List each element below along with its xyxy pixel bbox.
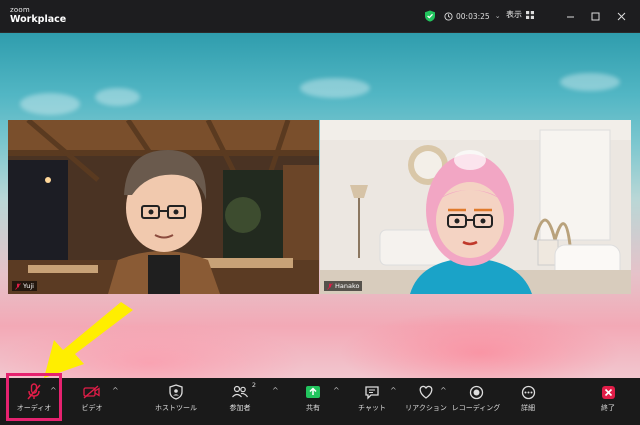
video-off-icon: [83, 385, 100, 399]
recording-button[interactable]: レコーディング: [446, 383, 506, 413]
shield-icon[interactable]: [424, 10, 436, 22]
host-shield-icon: [169, 384, 183, 400]
participants-options-caret[interactable]: ^: [272, 386, 279, 395]
chat-icon: [365, 385, 379, 400]
more-icon: [521, 385, 535, 399]
participants-button[interactable]: 2 参加者: [210, 381, 270, 413]
video-options-caret[interactable]: ^: [112, 386, 119, 395]
host-tools-label: ホストツール: [155, 404, 197, 412]
participant-name-tag: Yuji: [12, 281, 37, 291]
annotation-highlight-box: [6, 373, 62, 421]
grid-icon: [526, 10, 534, 19]
maximize-button[interactable]: [585, 6, 605, 26]
app-brand: zoom Workplace: [10, 5, 66, 25]
participant-name-tag: Hanako: [324, 281, 363, 291]
share-screen-icon: [306, 386, 320, 398]
heart-icon: [419, 385, 433, 399]
participants-icon: [232, 385, 249, 398]
participants-label: 参加者: [229, 404, 251, 412]
participant-name: Hanako: [335, 282, 360, 290]
cloud: [20, 93, 80, 115]
annotation-arrow-icon: [44, 302, 133, 378]
end-meeting-icon: [601, 385, 615, 399]
share-label: 共有: [306, 404, 320, 412]
close-button[interactable]: [611, 6, 631, 26]
meeting-toolbar: オーディオ ^ ビデオ ^ ホストツール 2 参加者 ^ 共有 ^ チャット ^…: [0, 378, 640, 425]
meeting-timer[interactable]: 00:03:25 ⌄: [444, 9, 501, 23]
end-button[interactable]: 終了: [578, 383, 638, 413]
maximize-icon: [591, 12, 599, 20]
video-feed-hanako: [320, 120, 631, 294]
minimize-button[interactable]: [560, 6, 580, 26]
minimize-icon: [566, 16, 574, 17]
end-label: 終了: [601, 404, 615, 412]
host-tools-button[interactable]: ホストツール: [146, 383, 206, 413]
close-icon: [617, 12, 625, 20]
recording-label: レコーディング: [451, 404, 501, 412]
more-button[interactable]: 詳細: [498, 383, 558, 413]
muted-mic-icon: [327, 282, 333, 290]
timer-text: 00:03:25: [456, 11, 490, 21]
cloud: [300, 78, 370, 98]
title-bar: zoom Workplace 00:03:25 ⌄ 表示: [0, 0, 640, 33]
chat-label: チャット: [358, 404, 386, 412]
brand-workplace: Workplace: [10, 14, 67, 25]
view-label: 表示: [506, 10, 522, 19]
video-tile-hanako[interactable]: Hanako: [320, 120, 631, 294]
video-label: ビデオ: [81, 404, 103, 412]
share-options-caret[interactable]: ^: [333, 386, 340, 395]
participant-name: Yuji: [23, 282, 34, 290]
video-tile-yuji[interactable]: Yuji: [8, 120, 319, 294]
cloud: [560, 73, 620, 91]
more-label: 詳細: [521, 404, 535, 412]
cloud: [95, 88, 140, 106]
view-button[interactable]: 表示: [506, 9, 534, 20]
reactions-label: リアクション: [405, 404, 447, 412]
chevron-down-icon: ⌄: [494, 12, 501, 20]
muted-mic-icon: [15, 282, 21, 290]
record-icon: [469, 385, 483, 399]
clock-icon: [444, 11, 453, 21]
participants-count: 2: [251, 381, 256, 389]
video-feed-yuji: [8, 120, 319, 294]
